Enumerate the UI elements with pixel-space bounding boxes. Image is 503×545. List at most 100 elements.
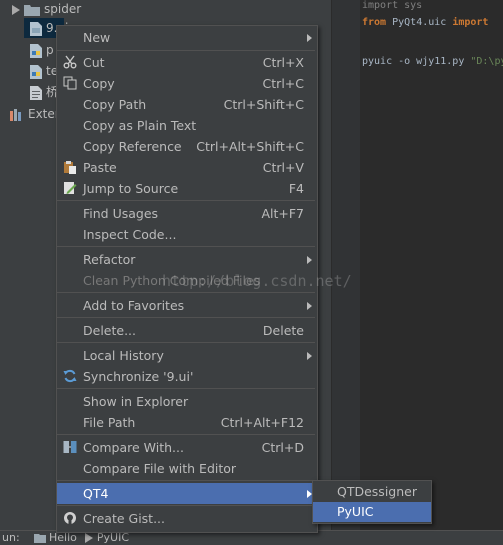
menu-item-label: Create Gist... xyxy=(83,511,166,526)
menu-separator xyxy=(57,292,315,293)
menu-item-inspect-code[interactable]: Inspect Code... xyxy=(57,224,317,245)
menu-item-label: Inspect Code... xyxy=(83,227,177,242)
run-tab-hello[interactable]: Hello xyxy=(30,531,81,545)
menu-item-compare-file-with-editor[interactable]: Compare File with Editor xyxy=(57,458,317,479)
run-tab-pyuic[interactable]: PyUIC xyxy=(81,531,133,545)
library-icon xyxy=(10,108,21,121)
paste-icon xyxy=(64,161,76,174)
tree-item-text[interactable]: 桥 xyxy=(30,83,58,103)
menu-item-label: Compare File with Editor xyxy=(83,461,237,476)
code-keyword: import xyxy=(452,17,489,28)
tree-item-label: p xyxy=(46,43,54,57)
github-icon xyxy=(64,512,76,524)
menu-item-label: Clean Python Compiled Files xyxy=(83,273,261,288)
tree-item-label: spider xyxy=(44,2,82,16)
menu-item-shortcut: Ctrl+Alt+Shift+C xyxy=(196,139,304,154)
menu-item-copy-plain-text[interactable]: Copy as Plain Text xyxy=(57,115,317,136)
python-file-icon xyxy=(30,43,42,58)
menu-item-jump-to-source[interactable]: Jump to Source F4 xyxy=(57,178,317,199)
expand-arrow-icon[interactable] xyxy=(12,4,20,15)
menu-item-file-path[interactable]: File Path Ctrl+Alt+F12 xyxy=(57,412,317,433)
menu-item-clean-compiled-files: Clean Python Compiled Files xyxy=(57,270,317,291)
menu-separator xyxy=(57,50,315,51)
editor-gutter xyxy=(352,0,360,530)
code-editor[interactable] xyxy=(352,0,503,530)
run-tab-label: PyUIC xyxy=(96,531,130,544)
tree-item-spider[interactable]: spider xyxy=(12,0,81,20)
scissors-icon xyxy=(63,55,77,69)
menu-item-local-history[interactable]: Local History xyxy=(57,345,317,366)
code-text: PyQt4.uic xyxy=(386,17,453,28)
menu-item-label: Delete... xyxy=(83,323,136,338)
folder-icon xyxy=(24,4,40,16)
menu-item-compare-with[interactable]: Compare With... Ctrl+D xyxy=(57,437,317,458)
tree-item-p[interactable]: p xyxy=(30,41,54,61)
menu-separator xyxy=(57,388,315,389)
menu-item-shortcut: Ctrl+X xyxy=(262,55,304,70)
menu-item-label: Copy Path xyxy=(83,97,147,112)
menu-item-label: Synchronize '9.ui' xyxy=(83,369,194,384)
submenu-arrow-icon xyxy=(307,302,312,310)
menu-item-refactor[interactable]: Refactor xyxy=(57,249,317,270)
menu-item-label: Local History xyxy=(83,348,164,363)
code-line-3: pyuic -o wjy11.py "D:\py xyxy=(362,56,503,67)
menu-item-shortcut: Alt+F7 xyxy=(261,206,304,221)
menu-separator xyxy=(57,480,315,481)
menu-item-find-usages[interactable]: Find Usages Alt+F7 xyxy=(57,203,317,224)
menu-item-label: New xyxy=(83,30,111,45)
tree-item-te[interactable]: te xyxy=(30,62,58,82)
submenu-item-label: PyUIC xyxy=(337,504,374,519)
submenu-arrow-icon xyxy=(307,34,312,42)
panel-splitter[interactable] xyxy=(331,0,352,530)
menu-item-label: Paste xyxy=(83,160,117,175)
folder-icon xyxy=(34,534,46,543)
code-line-2: from PyQt4.uic import xyxy=(362,17,488,28)
menu-item-delete[interactable]: Delete... Delete xyxy=(57,320,317,341)
menu-item-show-in-explorer[interactable]: Show in Explorer xyxy=(57,391,317,412)
menu-separator xyxy=(57,505,315,506)
menu-item-new[interactable]: New xyxy=(57,27,317,48)
tree-item-external-libraries[interactable]: Exter xyxy=(10,105,60,125)
menu-item-label: Cut xyxy=(83,55,105,70)
menu-item-label: Copy Reference xyxy=(83,139,182,154)
menu-item-label: QT4 xyxy=(83,486,109,501)
menu-item-shortcut: Ctrl+C xyxy=(262,76,304,91)
menu-separator xyxy=(57,246,315,247)
menu-item-shortcut: Ctrl+V xyxy=(262,160,304,175)
menu-item-label: Add to Favorites xyxy=(83,298,185,313)
code-line-1: import sys xyxy=(362,0,422,11)
menu-separator xyxy=(57,342,315,343)
code-string: "D:\py xyxy=(470,56,503,67)
submenu-item-label: QTDessigner xyxy=(337,484,417,499)
menu-item-add-to-favorites[interactable]: Add to Favorites xyxy=(57,295,317,316)
menu-item-shortcut: Ctrl+Shift+C xyxy=(223,97,304,112)
text-file-icon xyxy=(30,85,42,100)
menu-item-shortcut: Ctrl+D xyxy=(261,440,304,455)
menu-item-copy[interactable]: Copy Ctrl+C xyxy=(57,73,317,94)
menu-item-shortcut: F4 xyxy=(288,181,304,196)
submenu-arrow-icon xyxy=(307,256,312,264)
submenu-item-pyuic[interactable]: PyUIC xyxy=(313,502,431,522)
ui-file-icon xyxy=(30,21,42,36)
menu-item-label: Copy as Plain Text xyxy=(83,118,197,133)
submenu-item-qtdesigner[interactable]: QTDessigner xyxy=(313,482,431,502)
compare-icon xyxy=(63,441,77,453)
copy-icon xyxy=(63,76,77,90)
menu-item-cut[interactable]: Cut Ctrl+X xyxy=(57,52,317,73)
menu-item-label: File Path xyxy=(83,415,136,430)
menu-item-label: Copy xyxy=(83,76,115,91)
menu-item-label: Compare With... xyxy=(83,440,184,455)
menu-item-synchronize[interactable]: Synchronize '9.ui' xyxy=(57,366,317,387)
menu-item-create-gist[interactable]: Create Gist... xyxy=(57,508,317,529)
code-text: pyuic -o wjy11.py xyxy=(362,56,471,67)
menu-separator xyxy=(57,200,315,201)
submenu-arrow-icon xyxy=(307,352,312,360)
menu-item-paste[interactable]: Paste Ctrl+V xyxy=(57,157,317,178)
menu-item-copy-reference[interactable]: Copy Reference Ctrl+Alt+Shift+C xyxy=(57,136,317,157)
menu-item-label: Find Usages xyxy=(83,206,159,221)
run-arrow-icon xyxy=(84,533,93,543)
menu-item-copy-path[interactable]: Copy Path Ctrl+Shift+C xyxy=(57,94,317,115)
menu-item-qt4[interactable]: QT4 xyxy=(57,483,317,504)
menu-item-label: Jump to Source xyxy=(83,181,179,196)
qt4-submenu: QTDessigner PyUIC xyxy=(312,480,432,524)
